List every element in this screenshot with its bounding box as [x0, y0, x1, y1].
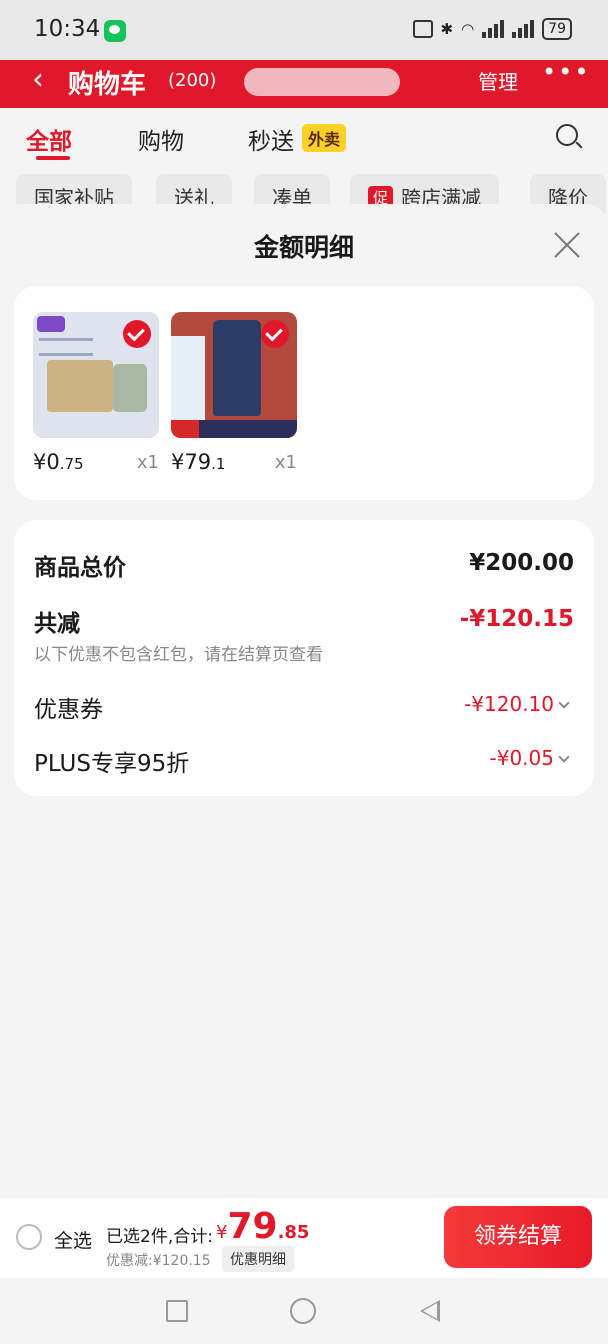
total-amount: ¥79.85: [216, 1206, 309, 1247]
product-item[interactable]: ¥0.75 x1: [33, 312, 159, 474]
total-currency: ¥: [216, 1222, 228, 1243]
product-card: ¥0.75 x1 ¥79.1 x1: [14, 286, 594, 500]
reduction-value: -¥120.15: [459, 606, 574, 632]
search-icon[interactable]: [556, 124, 578, 146]
price-integer: ¥0: [33, 450, 60, 474]
reduction-label: 共减: [34, 611, 80, 637]
cart-count: (200): [168, 70, 217, 91]
brand-logo: [37, 316, 65, 332]
status-icons: ✱ ◠ 79: [412, 18, 572, 40]
signal-icon-2: [512, 20, 535, 38]
blurred-address-pill: [244, 68, 400, 96]
product-graphic: [171, 336, 205, 424]
check-icon: [261, 320, 289, 348]
plus-discount-row[interactable]: -¥0.05: [489, 746, 570, 770]
product-image-jeans: [171, 312, 297, 438]
select-all-checkbox[interactable]: [16, 1224, 42, 1250]
tab-underline: [36, 156, 70, 160]
status-time: 10:34: [34, 16, 101, 42]
product-graphic: [113, 364, 147, 412]
close-icon[interactable]: [552, 230, 582, 260]
manage-button[interactable]: 管理: [478, 66, 518, 95]
wechat-icon: [104, 20, 126, 42]
product-price: ¥0.75: [33, 450, 84, 474]
product-qty: x1: [274, 452, 297, 473]
check-icon: [123, 320, 151, 348]
product-graphic: [213, 320, 261, 416]
total-integer: 79: [227, 1206, 278, 1247]
product-price: ¥79.1: [171, 450, 225, 474]
status-bar: 10:34 ✱ ◠ 79: [0, 0, 608, 60]
select-all-label[interactable]: 全选: [54, 1226, 92, 1253]
home-icon[interactable]: [290, 1298, 316, 1324]
bluetooth-icon: ✱: [440, 20, 454, 38]
system-nav-bar: [0, 1278, 608, 1344]
back-icon[interactable]: [420, 1300, 440, 1322]
nfc-icon: [412, 20, 433, 38]
product-item[interactable]: ¥79.1 x1: [171, 312, 297, 474]
tab-shopping[interactable]: 购物: [138, 122, 184, 156]
discount-detail-button[interactable]: 优惠明细: [222, 1246, 294, 1272]
amount-detail-sheet: 金额明细 ¥0.75 x1 ¥79.1 x1 商品总价 ¥200.00 共减 -…: [0, 204, 608, 1198]
total-decimal: .85: [277, 1222, 310, 1243]
takeout-badge: 外卖: [302, 124, 347, 152]
chevron-down-icon: [558, 697, 570, 709]
coupon-value: -¥120.10: [464, 692, 554, 716]
tab-instant[interactable]: 秒送: [248, 122, 294, 156]
total-price-label: 商品总价: [34, 555, 126, 581]
wifi-icon: ◠: [461, 20, 475, 38]
checkout-bar: 全选 已选2件,合计: ¥79.85 优惠减:¥120.15 优惠明细 领券结算: [0, 1198, 608, 1278]
chevron-down-icon: [558, 751, 570, 763]
plus-discount-value: -¥0.05: [489, 746, 554, 770]
plus-discount-label: PLUS专享95折: [34, 751, 190, 777]
tab-all[interactable]: 全部: [26, 122, 72, 156]
product-qty: x1: [136, 452, 159, 473]
signal-icon: [482, 20, 505, 38]
cart-tabs: 全部 购物 秒送 外卖: [0, 108, 608, 170]
coupon-label: 优惠券: [34, 697, 103, 723]
product-graphic: [171, 420, 199, 438]
cart-title: 购物车: [68, 70, 147, 100]
price-decimal: .75: [59, 455, 84, 473]
battery-icon: 79: [542, 18, 572, 40]
summary-card: 商品总价 ¥200.00 共减 -¥120.15 以下优惠不包含红包，请在结算页…: [14, 520, 594, 796]
price-integer: ¥79: [171, 450, 212, 474]
product-graphic: [47, 360, 113, 412]
checkout-button[interactable]: 领券结算: [444, 1206, 592, 1268]
discount-summary: 优惠减:¥120.15: [106, 1253, 211, 1269]
price-decimal: .1: [211, 455, 226, 473]
sheet-title: 金额明细: [253, 233, 354, 262]
product-image-trash-bags: [33, 312, 159, 438]
back-arrow-icon[interactable]: ‹: [32, 62, 44, 97]
reduction-note: 以下优惠不包含红包，请在结算页查看: [34, 645, 323, 665]
more-icon[interactable]: •••: [542, 58, 590, 86]
product-graphic: [39, 338, 93, 356]
cart-header: ‹ 购物车 (200) 管理 •••: [0, 58, 608, 108]
coupon-row[interactable]: -¥120.10: [464, 692, 570, 716]
selected-summary: 已选2件,合计:: [106, 1227, 213, 1247]
total-price-value: ¥200.00: [469, 550, 574, 576]
recent-apps-icon[interactable]: [166, 1300, 188, 1322]
